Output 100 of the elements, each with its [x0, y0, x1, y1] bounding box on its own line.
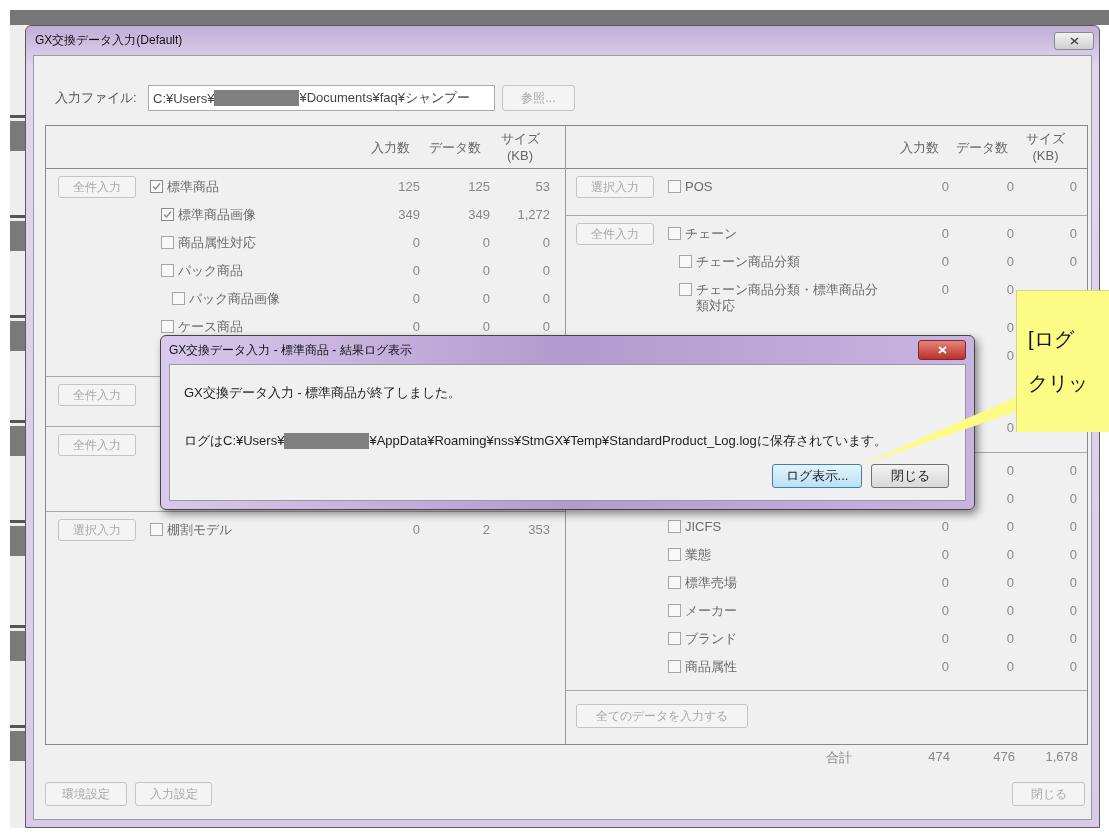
dialog-message: GX交換データ入力 - 標準商品が終了しました。: [184, 385, 463, 401]
table-cell-text: 0: [940, 630, 949, 647]
table-cell-text: 0: [411, 234, 420, 251]
column-header: サイズ (KB): [499, 130, 541, 164]
close-icon: [1069, 36, 1079, 45]
table-cell-text: 0: [1005, 319, 1014, 336]
checkbox[interactable]: [668, 632, 681, 645]
checkbox[interactable]: [668, 180, 681, 193]
total-value: 474: [927, 749, 950, 766]
row-label: メーカー: [685, 603, 737, 619]
checkbox[interactable]: [150, 180, 163, 193]
table-cell-text: 0: [940, 281, 949, 298]
row-label: ブランド: [685, 631, 737, 647]
column-header: 入力数: [898, 138, 940, 156]
column-header: 入力数: [369, 138, 411, 156]
table-cell-text: 0: [481, 234, 490, 251]
column-header: データ数: [954, 138, 1009, 156]
checkbox[interactable]: [172, 292, 185, 305]
row-label: チェーン商品分類: [696, 254, 800, 270]
dialog-button[interactable]: ログ表示...: [772, 464, 862, 488]
checkbox[interactable]: [679, 283, 692, 296]
table-cell-text: 0: [411, 318, 420, 335]
checkbox[interactable]: [668, 227, 681, 240]
row-label: 商品属性: [685, 659, 737, 675]
table-cell-text: 0: [1068, 546, 1077, 563]
table-cell-text: 0: [1005, 178, 1014, 195]
column-header: データ数: [428, 138, 482, 156]
table-cell-text: 0: [1005, 347, 1014, 364]
row-label: チェーン: [685, 226, 737, 242]
table-cell-text: 0: [541, 234, 550, 251]
table-cell-text: 0: [940, 253, 949, 270]
callout-text: [ログ: [1028, 327, 1075, 352]
total-label: 合計: [825, 749, 853, 767]
table-cell-text: 0: [1005, 225, 1014, 242]
table-cell-text: 0: [940, 546, 949, 563]
row-label: 標準商品: [167, 179, 219, 195]
table-cell-text: 0: [1005, 574, 1014, 591]
dialog-button[interactable]: 閉じる: [871, 464, 949, 488]
row-label: 棚割モデル: [167, 522, 232, 538]
row-label: JICFS: [685, 519, 722, 535]
checkbox[interactable]: [161, 320, 174, 333]
log-path-text: ログはC:¥Users¥: [184, 432, 285, 450]
checkbox[interactable]: [679, 255, 692, 268]
table-cell-text: 0: [1005, 419, 1014, 436]
total-value: 1,678: [1044, 749, 1078, 766]
table-cell-text: 0: [940, 178, 949, 195]
dialog-title: GX交換データ入力 - 標準商品 - 結果ログ表示: [169, 341, 412, 359]
table-cell-text: 53: [534, 178, 550, 195]
checkbox[interactable]: [668, 604, 681, 617]
table-cell-text: 0: [940, 225, 949, 242]
callout-text: クリッ: [1028, 371, 1089, 396]
checkbox[interactable]: [161, 264, 174, 277]
table-cell-text: 0: [1068, 253, 1077, 270]
checkbox[interactable]: [150, 523, 163, 536]
table-cell-text: 0: [411, 290, 420, 307]
checkbox[interactable]: [668, 660, 681, 673]
table-cell-text: 0: [1005, 546, 1014, 563]
row-label: 標準売場: [685, 575, 737, 591]
table-cell-text: 1,272: [516, 206, 550, 223]
table-cell-text: 0: [1068, 630, 1077, 647]
table-cell-text: 0: [481, 290, 490, 307]
table-cell-text: 0: [1005, 630, 1014, 647]
table-cell-text: 0: [541, 290, 550, 307]
input-field[interactable]: C:¥Users¥ ¥Documents¥faq¥シャンプー: [148, 85, 495, 111]
field-label: 入力ファイル:: [54, 89, 138, 107]
row-label: 業態: [685, 547, 711, 563]
table-cell-text: 0: [411, 262, 420, 279]
checkbox[interactable]: [668, 520, 681, 533]
checkbox[interactable]: [668, 576, 681, 589]
table-cell-text: 0: [1068, 574, 1077, 591]
checkbox[interactable]: [668, 548, 681, 561]
table-cell-text: 0: [1005, 518, 1014, 535]
close-button[interactable]: [918, 340, 966, 360]
table-cell-text: 0: [1068, 518, 1077, 535]
table-cell-text: 0: [940, 574, 949, 591]
table-cell-text: 349: [467, 206, 490, 223]
table-cell-text: 0: [481, 318, 490, 335]
checkbox[interactable]: [161, 208, 174, 221]
table-cell-text: 0: [1068, 178, 1077, 195]
table-cell-text: 0: [1005, 602, 1014, 619]
table-cell-text: 0: [1005, 281, 1014, 298]
table-cell-text: 0: [1068, 490, 1077, 507]
table-cell-text: 0: [481, 262, 490, 279]
table-cell-text: 0: [541, 318, 550, 335]
table-cell-text: 0: [541, 262, 550, 279]
row-label: ケース商品: [178, 319, 243, 335]
table-cell-text: 125: [397, 178, 420, 195]
table-cell-text: 2: [481, 521, 490, 538]
row-label: パック商品: [178, 263, 243, 279]
window-title: GX交換データ入力(Default): [35, 32, 183, 49]
row-label: POS: [685, 179, 713, 195]
close-icon: [937, 346, 947, 354]
close-button[interactable]: [1054, 31, 1094, 50]
table-cell-text: 0: [1068, 602, 1077, 619]
table-cell-text: 349: [397, 206, 420, 223]
checkbox[interactable]: [161, 236, 174, 249]
table-cell-text: 0: [1005, 462, 1014, 479]
table-cell-text: 125: [467, 178, 490, 195]
table-cell-text: 0: [940, 518, 949, 535]
row-label: チェーン商品分類・標準商品分類対応: [696, 282, 879, 314]
